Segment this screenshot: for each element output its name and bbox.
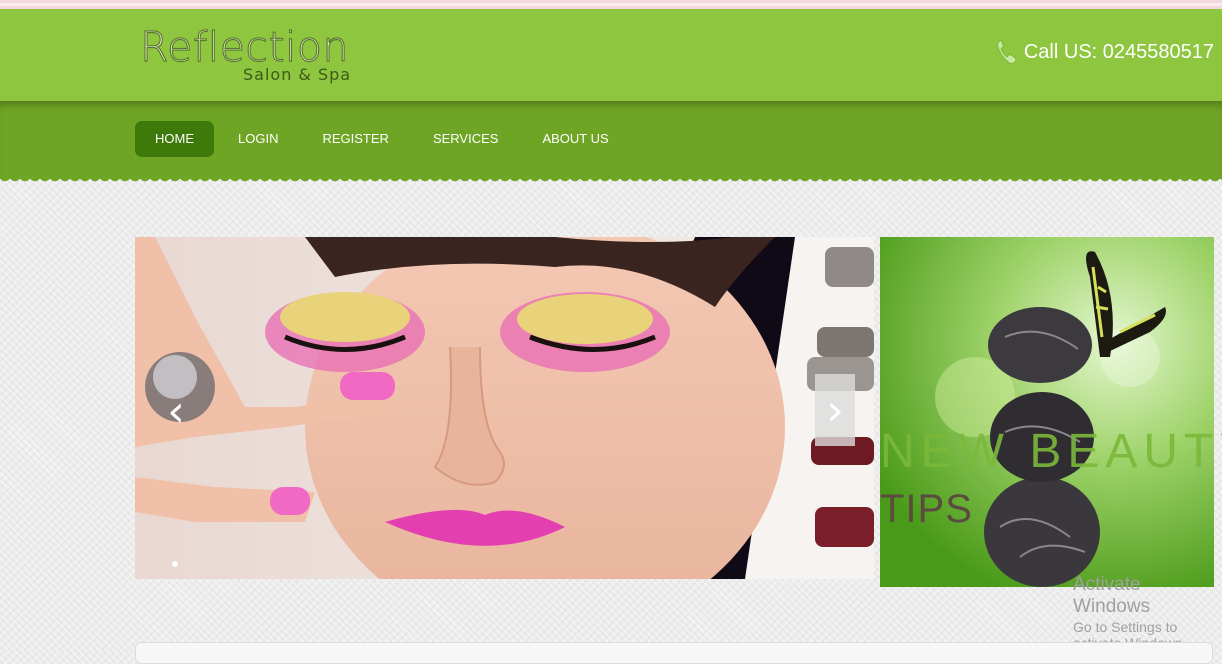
call-us: Call US: 0245580517	[996, 39, 1214, 65]
nav-scallop-edge	[0, 176, 1222, 186]
slider-next-button[interactable]: ›	[815, 374, 855, 446]
chevron-right-icon: ›	[826, 384, 844, 436]
nav-item-login[interactable]: LOGIN	[218, 121, 298, 157]
nav-item-services[interactable]: SERVICES	[413, 121, 519, 157]
nav-item-home[interactable]: HOME	[135, 121, 214, 157]
nav-list: HOME LOGIN REGISTER SERVICES ABOUT US	[135, 121, 633, 157]
hero-image	[135, 237, 874, 579]
nav-item-register[interactable]: REGISTER	[302, 121, 408, 157]
spa-stones-image	[935, 251, 1166, 587]
main-nav: HOME LOGIN REGISTER SERVICES ABOUT US	[0, 101, 1222, 179]
side-banner[interactable]	[880, 237, 1214, 587]
site-header: Reflection Salon & Spa Call US: 02455805…	[0, 9, 1222, 101]
slider-dot[interactable]	[172, 561, 178, 567]
slider-prev-button[interactable]: ‹	[149, 374, 203, 448]
content-box	[135, 642, 1213, 664]
activate-title: Activate Windows	[1073, 574, 1151, 617]
phone-icon	[997, 40, 1017, 64]
logo-title[interactable]: Reflection	[139, 24, 349, 69]
top-strip	[0, 0, 1222, 9]
windows-activation-watermark: Activate Windows Go to Settings to activ…	[1073, 574, 1222, 651]
chevron-left-icon: ‹	[167, 385, 185, 437]
call-us-text: Call US: 0245580517	[1023, 40, 1214, 63]
nav-item-about-us[interactable]: ABOUT US	[522, 121, 628, 157]
hero-slider: ‹ ›	[135, 237, 874, 579]
side-banner-subtitle: TIPS	[880, 487, 973, 531]
side-banner-title: NEW BEAUTY	[880, 425, 1222, 478]
logo-tagline: Salon & Spa	[243, 65, 352, 84]
